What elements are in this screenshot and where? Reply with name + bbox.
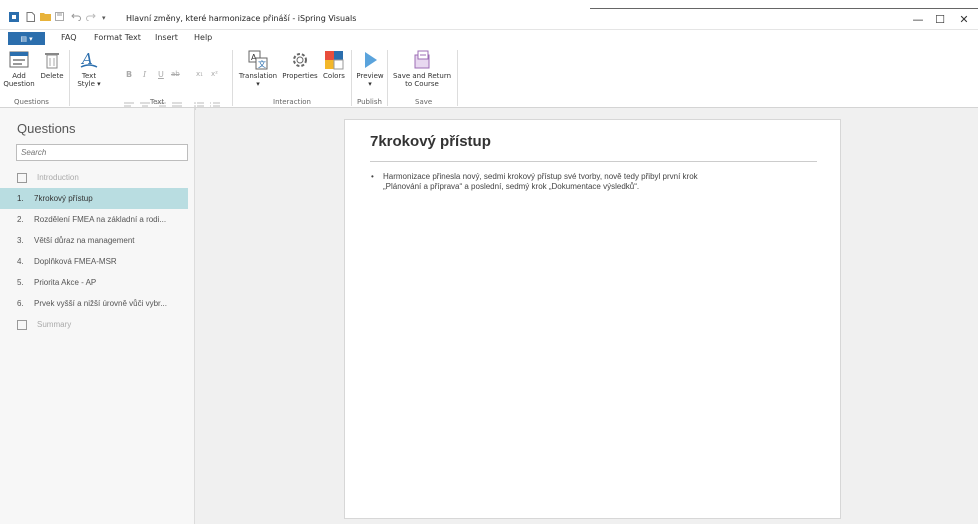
menu-insert[interactable]: Insert: [155, 33, 178, 42]
sidebar-item-question-3[interactable]: 3. Větší důraz na management: [0, 230, 188, 251]
question-number: 2.: [17, 215, 24, 224]
play-icon: [365, 52, 377, 68]
undo-icon[interactable]: [71, 12, 81, 21]
close-button[interactable]: ✕: [944, 9, 978, 29]
superscript-button[interactable]: x²: [211, 70, 218, 78]
properties-button[interactable]: Properties: [282, 50, 318, 80]
sidebar-item-question-5[interactable]: 5. Priorita Akce - AP: [0, 272, 188, 293]
ribbon-separator: [457, 50, 458, 106]
save-return-icon: [414, 50, 430, 69]
underline-button[interactable]: U: [158, 70, 164, 79]
title-bar: ▾ Hlavní změny, které harmonizace přináš…: [0, 0, 978, 30]
slide-title[interactable]: 7krokový přístup: [370, 133, 491, 150]
slide-divider: [370, 161, 817, 162]
translation-label: Translation: [238, 72, 278, 80]
text-style-button[interactable]: A Text Style ▾: [74, 50, 104, 88]
new-file-icon[interactable]: [26, 12, 35, 22]
slide[interactable]: 7krokový přístup • Harmonizace přinesla …: [344, 119, 841, 519]
redo-icon[interactable]: [86, 12, 96, 21]
question-number: 1.: [17, 194, 24, 203]
translation-button[interactable]: A文 Translation ▾: [236, 50, 280, 88]
slide-canvas: 7krokový přístup • Harmonizace přinesla …: [196, 108, 978, 524]
save-return-label-2: to Course: [405, 80, 439, 88]
question-number: 6.: [17, 299, 24, 308]
customize-qa-icon[interactable]: ▾: [102, 14, 106, 22]
text-style-icon: A: [80, 50, 98, 68]
preview-label: Preview: [356, 72, 384, 80]
question-number: 4.: [17, 257, 24, 266]
open-folder-icon[interactable]: [40, 12, 51, 21]
question-label: Větší důraz na management: [34, 236, 135, 245]
sidebar-title: Questions: [17, 121, 76, 136]
group-label-publish: Publish: [357, 98, 382, 106]
questions-sidebar: Questions Introduction 1. 7krokový příst…: [0, 108, 195, 524]
sidebar-item-question-4[interactable]: 4. Doplňková FMEA-MSR: [0, 251, 188, 272]
delete-label: Delete: [40, 72, 64, 80]
bullet-line-1: Harmonizace přinesla nový, sedmi krokový…: [383, 172, 698, 181]
group-label-save: Save: [415, 98, 433, 106]
bullet-line-2: „Plánování a příprava“ a poslední, sedmý…: [383, 182, 640, 191]
colors-label: Colors: [323, 72, 345, 80]
app-menu-button[interactable]: ▤ ▾: [8, 32, 45, 45]
question-label: Doplňková FMEA-MSR: [34, 257, 117, 266]
question-number: 3.: [17, 236, 24, 245]
preview-button[interactable]: Preview ▾: [354, 50, 386, 88]
add-question-button[interactable]: Add Question: [3, 50, 35, 88]
search-input[interactable]: [16, 144, 188, 161]
ribbon-separator: [351, 50, 352, 106]
sidebar-item-question-2[interactable]: 2. Rozdělení FMEA na základní a rodi...: [0, 209, 188, 230]
sidebar-item-introduction[interactable]: Introduction: [0, 167, 188, 188]
preview-dropdown-icon: ▾: [368, 80, 372, 88]
italic-button[interactable]: I: [143, 70, 146, 79]
bold-button[interactable]: B: [126, 70, 132, 79]
subscript-button[interactable]: x₁: [196, 70, 203, 78]
ribbon-separator: [232, 50, 233, 106]
text-style-label-1: Text: [81, 72, 97, 80]
bullet-text: Harmonizace přinesla nový, sedmi krokový…: [383, 172, 698, 192]
add-question-label-1: Add: [12, 72, 26, 80]
menu-help[interactable]: Help: [194, 33, 212, 42]
group-label-questions: Questions: [14, 98, 49, 106]
properties-label: Properties: [282, 72, 318, 80]
menu-faq[interactable]: FAQ: [61, 33, 77, 42]
save-return-label-1: Save and Return: [392, 72, 452, 80]
introduction-checkbox[interactable]: [17, 172, 27, 183]
ribbon-separator: [387, 50, 388, 106]
bullet-dot: •: [371, 172, 374, 181]
colors-icon: [325, 51, 344, 70]
svg-text:文: 文: [258, 59, 266, 69]
colors-button[interactable]: Colors: [320, 50, 348, 80]
ribbon-separator: [69, 50, 70, 106]
ribbon: Add Question Delete Questions A Text Sty…: [0, 46, 978, 110]
question-label: Rozdělení FMEA na základní a rodi...: [34, 215, 167, 224]
delete-button[interactable]: Delete: [38, 50, 66, 80]
add-question-icon: [9, 51, 29, 68]
question-number: 5.: [17, 278, 24, 287]
translation-icon: A文: [248, 50, 268, 70]
save-return-button[interactable]: Save and Return to Course: [390, 50, 454, 88]
app-logo-icon: [9, 12, 19, 22]
question-label: 7krokový přístup: [34, 194, 93, 203]
summary-checkbox[interactable]: [17, 319, 27, 330]
question-label: Prvek vyšší a nižší úrovně vůči vybr...: [34, 299, 167, 308]
summary-label: Summary: [37, 320, 72, 329]
group-label-text: Text: [150, 98, 165, 106]
strikethrough-button[interactable]: ab: [171, 70, 180, 78]
menu-bar: ▤ ▾ FAQ Format Text Insert Help: [0, 30, 978, 46]
menu-format-text[interactable]: Format Text: [94, 33, 141, 42]
sidebar-item-question-6[interactable]: 6. Prvek vyšší a nižší úrovně vůči vybr.…: [0, 293, 188, 314]
slide-bullet[interactable]: • Harmonizace přinesla nový, sedmi kroko…: [371, 172, 811, 192]
sidebar-item-question-1[interactable]: 1. 7krokový přístup: [0, 188, 188, 209]
add-question-label-2: Question: [3, 80, 35, 88]
trash-icon: [45, 53, 59, 69]
gear-icon: [293, 53, 307, 67]
sidebar-item-summary[interactable]: Summary: [0, 314, 188, 335]
group-label-interaction: Interaction: [273, 98, 311, 106]
text-style-label-2: Style ▾: [77, 80, 101, 88]
question-label: Priorita Akce - AP: [34, 278, 97, 287]
window-title: Hlavní změny, které harmonizace přináší …: [126, 14, 357, 23]
save-icon[interactable]: [55, 12, 64, 21]
introduction-label: Introduction: [37, 173, 79, 182]
translation-dropdown-icon: ▾: [256, 80, 260, 88]
